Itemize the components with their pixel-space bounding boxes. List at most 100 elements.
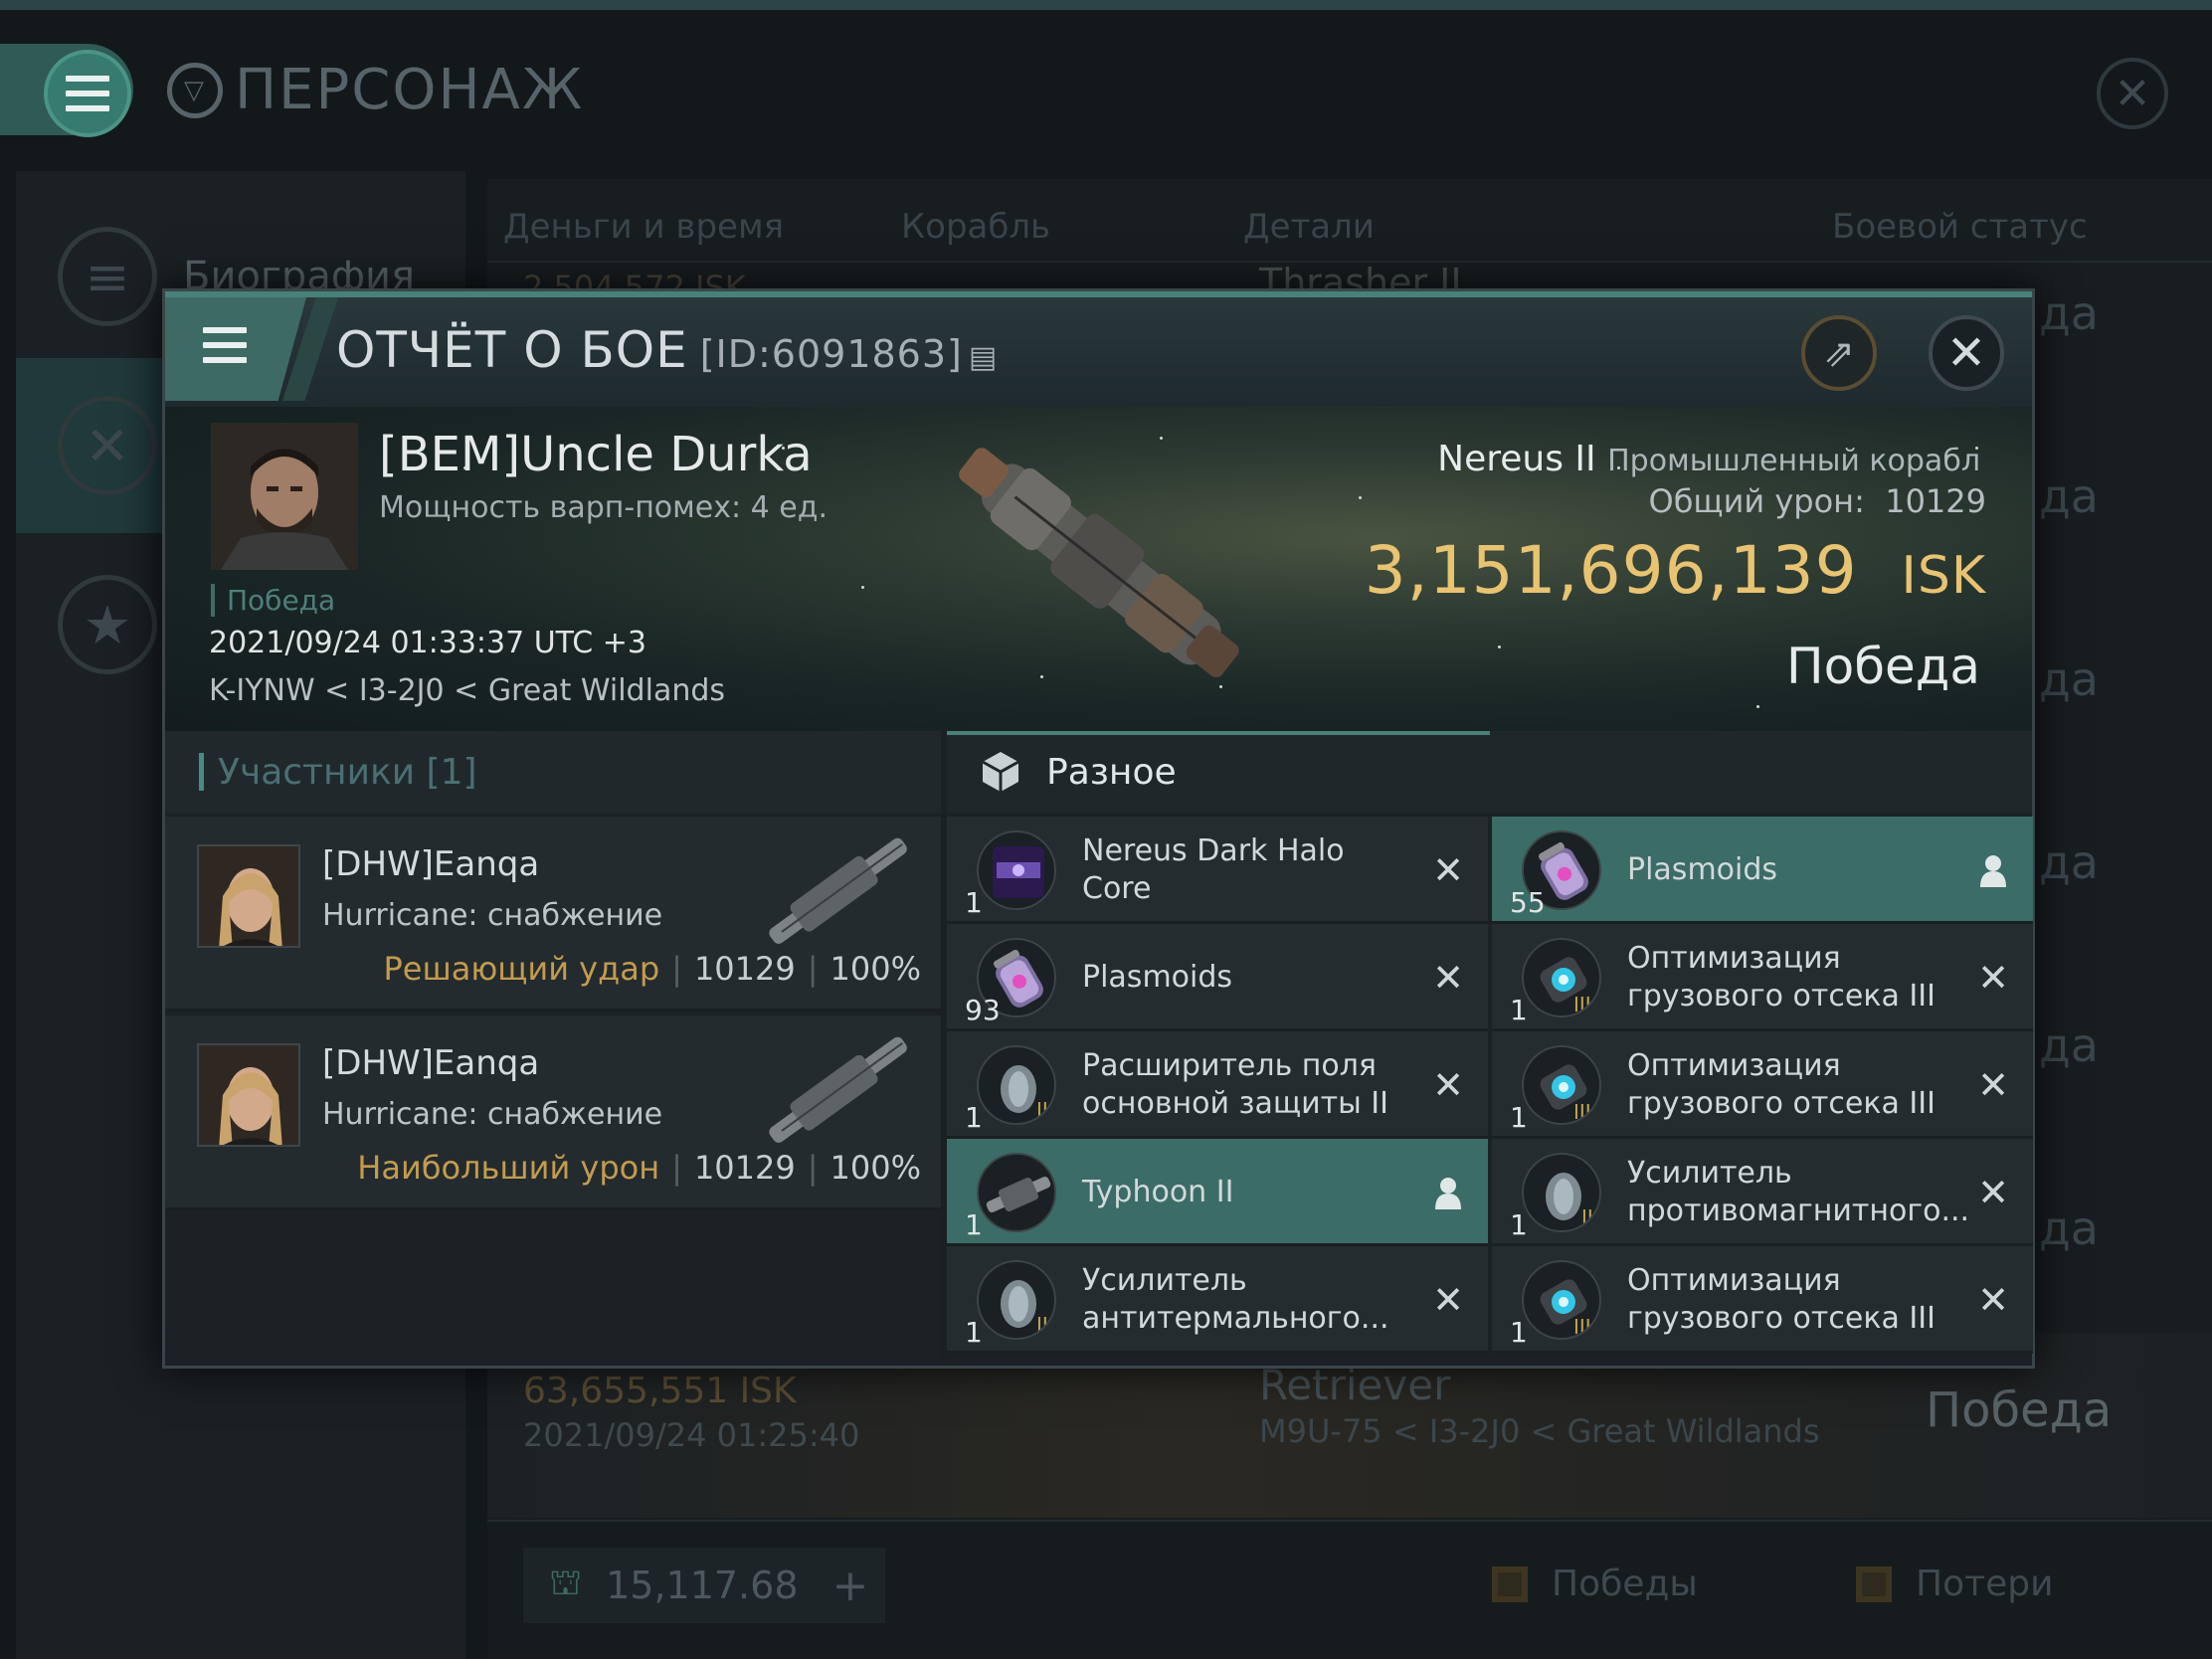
crossed-swords-icon: ✕ xyxy=(58,396,157,495)
participant-ship-image xyxy=(769,1036,907,1143)
wallet-icon: ⛫ xyxy=(549,1563,583,1603)
shield-module-icon: II xyxy=(1522,1153,1601,1232)
add-funds-icon[interactable]: + xyxy=(832,1561,869,1611)
item-quantity: 93 xyxy=(965,994,1001,1026)
close-icon: ✕ xyxy=(1945,325,1987,381)
kill-datetime: 2021/09/24 01:33:37 UTC +3 xyxy=(209,626,646,660)
item-row[interactable]: 93 Plasmoids ✕ xyxy=(947,924,1488,1031)
item-row[interactable]: III 1 Оптимизация грузового отсека III ✕ xyxy=(1492,1246,2033,1354)
warp-strength: Мощность варп-помех: 4 ед. xyxy=(379,490,829,525)
owner-icon[interactable] xyxy=(1973,850,2013,890)
owner-icon[interactable] xyxy=(1428,1173,1468,1212)
item-label: Усилитель противомагнитного... xyxy=(1627,1156,1970,1228)
item-row[interactable]: III 1 Оптимизация грузового отсека III ✕ xyxy=(1492,924,2033,1031)
item-quantity: 1 xyxy=(1510,1316,1528,1349)
col-header-ship[interactable]: Корабль xyxy=(901,207,1050,247)
svg-text:III: III xyxy=(1573,993,1591,1016)
wins-swatch xyxy=(1492,1566,1528,1602)
main-menu-button[interactable] xyxy=(44,50,131,137)
bg-row-location: M9U-75 < I3-2J0 < Great Wildlands xyxy=(1259,1412,1820,1450)
svg-text:II: II xyxy=(1581,1205,1593,1229)
item-label: Оптимизация грузового отсека III xyxy=(1627,941,1936,1014)
destroyed-icon: ✕ xyxy=(1977,956,2009,1000)
victim-name[interactable]: [BEM]Uncle Durka xyxy=(379,427,813,482)
bg-status: да xyxy=(2039,286,2099,340)
rig-icon: III xyxy=(1522,1045,1601,1125)
bg-close-button[interactable]: ✕ xyxy=(2097,58,2168,129)
ship-type[interactable]: Nereus II Промышленный корабл xyxy=(1437,439,1980,479)
bg-status: да xyxy=(2039,469,2099,523)
item-row[interactable]: III 1 Оптимизация грузового отсека III ✕ xyxy=(1492,1031,2033,1139)
item-row[interactable]: 1 Typhoon II xyxy=(947,1139,1488,1246)
combat-result: Победа xyxy=(1786,638,1980,695)
participants-header[interactable]: Участники [1] xyxy=(165,731,941,813)
dark-core-icon xyxy=(977,830,1056,910)
total-damage: Общий урон: 10129 xyxy=(1648,482,1987,520)
item-quantity: 1 xyxy=(1510,1208,1528,1241)
participant-name[interactable]: [DHW]Eanqa xyxy=(322,1043,539,1083)
combat-report-modal: ОТЧЁТ О БОЕ [ID:6091863] ▤ ⇗ ✕ [BEM]Uncle … xyxy=(162,288,2035,1369)
bg-status: да xyxy=(2039,1201,2099,1255)
participant-portrait[interactable] xyxy=(197,1043,300,1147)
external-link-icon: ⇗ xyxy=(1823,331,1855,375)
cargo-box-icon xyxy=(982,752,1019,792)
participant-row[interactable]: [DHW]Eanqa Hurricane: снабжение Решающий… xyxy=(165,817,941,1012)
rig-icon: III xyxy=(1522,1260,1601,1340)
svg-text:II: II xyxy=(1036,1098,1048,1122)
victim-portrait[interactable] xyxy=(211,423,358,570)
item-label: Усилитель антитермального... xyxy=(1082,1263,1389,1336)
copy-icon[interactable]: ▤ xyxy=(969,340,998,375)
result-tag: Победа xyxy=(211,584,335,617)
svg-text:II: II xyxy=(1036,1313,1048,1337)
item-row[interactable]: 1 Nereus Dark Halo Core ✕ xyxy=(947,817,1488,924)
item-row[interactable]: II 1 Расширитель поля основной защиты II ✕ xyxy=(947,1031,1488,1139)
rig-icon: III xyxy=(1522,938,1601,1017)
modal-title: ОТЧЁТ О БОЕ [ID:6091863] ▤ xyxy=(336,321,999,379)
col-header-status[interactable]: Боевой статус xyxy=(1832,207,2088,247)
item-quantity: 1 xyxy=(965,1208,983,1241)
ship-icon xyxy=(977,1153,1056,1232)
kill-location[interactable]: K-IYNW < I3-2J0 < Great Wildlands xyxy=(209,673,725,708)
items-right-column: 55 Plasmoids III 1 Оптимизация грузового отс… xyxy=(1492,817,2033,1354)
participants-panel: Участники [1] [DHW]Eanqa Hurricane: снаб… xyxy=(165,731,941,1366)
report-id[interactable]: [ID:6091863] xyxy=(700,332,963,376)
svg-text:III: III xyxy=(1573,1100,1591,1124)
item-label: Plasmoids xyxy=(1082,960,1233,995)
destroyed-icon: ✕ xyxy=(1432,848,1464,892)
item-row[interactable]: II 1 Усилитель противомагнитного... ✕ xyxy=(1492,1139,2033,1246)
item-row[interactable]: 55 Plasmoids xyxy=(1492,817,2033,924)
hamburger-icon xyxy=(203,327,247,363)
col-header-details[interactable]: Детали xyxy=(1243,207,1375,247)
item-quantity: 55 xyxy=(1510,886,1546,919)
legend-losses[interactable]: Потери xyxy=(1856,1564,2053,1604)
list-icon: ≡ xyxy=(58,227,157,326)
item-quantity: 1 xyxy=(965,1101,983,1134)
participant-portrait[interactable] xyxy=(197,844,300,948)
destroyed-icon: ✕ xyxy=(1977,1278,2009,1322)
item-row[interactable]: II 1 Усилитель антитермального... ✕ xyxy=(947,1246,1488,1354)
external-link-button[interactable]: ⇗ xyxy=(1801,315,1877,391)
item-label: Оптимизация грузового отсека III xyxy=(1627,1263,1936,1336)
victim-ship-image xyxy=(959,448,1239,677)
close-button[interactable]: ✕ xyxy=(1929,315,2004,391)
shield-module-icon: II xyxy=(977,1260,1056,1340)
participant-ship: Hurricane: снабжение xyxy=(322,1097,663,1132)
participant-stats: Наибольший урон | 10129 | 100% xyxy=(357,1149,921,1187)
victim-banner: [BEM]Uncle Durka Мощность варп-помех: 4 … xyxy=(165,407,2032,731)
col-header-money[interactable]: Деньги и время xyxy=(503,207,784,247)
legend-wins[interactable]: Победы xyxy=(1492,1564,1698,1604)
shield-module-icon: II xyxy=(977,1045,1056,1125)
destroyed-icon: ✕ xyxy=(1432,1063,1464,1107)
item-label: Nereus Dark Halo Core xyxy=(1082,833,1345,906)
bg-status: да xyxy=(2039,1018,2099,1072)
svg-text:III: III xyxy=(1573,1315,1591,1339)
wallet[interactable]: ⛫ 15,117.68 + xyxy=(523,1548,885,1623)
item-quantity: 1 xyxy=(965,1316,983,1349)
items-header[interactable]: Разное xyxy=(947,731,2032,813)
participant-row[interactable]: [DHW]Eanqa Hurricane: снабжение Наибольш… xyxy=(165,1015,941,1210)
bg-status: да xyxy=(2039,652,2099,706)
participant-name[interactable]: [DHW]Eanqa xyxy=(322,844,539,884)
page-title: ▽ ПЕРСОНАЖ xyxy=(167,58,584,122)
bg-row-result: Победа xyxy=(1926,1382,2113,1438)
destroyed-icon: ✕ xyxy=(1977,1171,2009,1214)
